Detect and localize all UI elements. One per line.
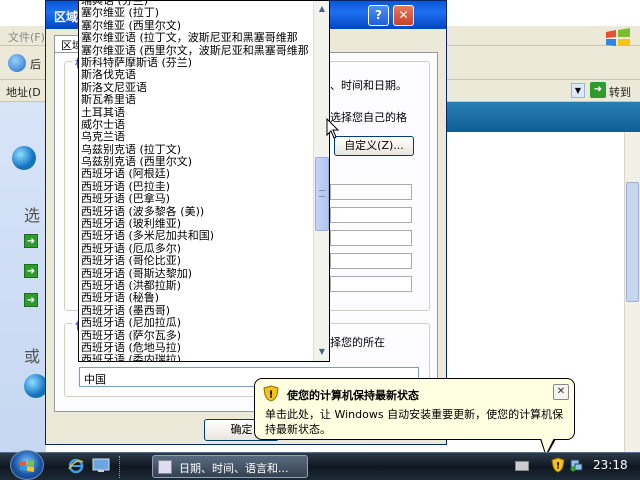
- dropdown-item[interactable]: 西班牙语 (墨西哥): [79, 305, 313, 317]
- dropdown-item[interactable]: 土耳其语: [79, 107, 313, 119]
- dropdown-item[interactable]: 塞尔维亚语 (拉丁文，波斯尼亚和黑塞哥维那: [79, 32, 313, 44]
- dropdown-item[interactable]: 西班牙语 (巴拉圭): [79, 181, 313, 193]
- task-arrow-icon[interactable]: ➜: [24, 264, 38, 278]
- sample-field: [330, 230, 412, 246]
- dropdown-item[interactable]: 斯科特萨摩斯语 (芬兰): [79, 57, 313, 69]
- dropdown-item[interactable]: 塞尔维亚 (西里尔文): [79, 20, 313, 32]
- back-label[interactable]: 后: [30, 56, 41, 72]
- windows-start-icon: [20, 460, 34, 472]
- dropdown-item[interactable]: 西班牙语 (洪都拉斯): [79, 280, 313, 292]
- dialog-title: 区域: [54, 10, 79, 24]
- dropdown-item[interactable]: 西班牙语 (阿根廷): [79, 168, 313, 180]
- dropdown-item[interactable]: 西班牙语 (玻利维亚): [79, 218, 313, 230]
- background-scroll-thumb[interactable]: [626, 182, 639, 302]
- network-icon[interactable]: [569, 458, 583, 472]
- background-scrollbar[interactable]: [624, 132, 640, 452]
- language-dropdown-list[interactable]: 瑞典语 (芬兰) 塞尔维亚 (拉丁) 塞尔维亚 (西里尔文) 塞尔维亚语 (拉丁文，波…: [78, 0, 330, 362]
- taskbar-task-regional-options[interactable]: 日期、时间、语言和...: [152, 455, 308, 478]
- update-balloon-notification[interactable]: ! 使您的计算机保持最新状态 ✕ 单击此处，让 Windows 自动安装重要更新…: [254, 378, 575, 440]
- balloon-body: 单击此处，让 Windows 自动安装重要更新，使您的计算机保持最新状态。: [265, 408, 564, 436]
- svg-text:!: !: [556, 462, 560, 472]
- dropdown-item[interactable]: 西班牙语 (委内瑞拉): [79, 354, 313, 361]
- scroll-up-arrow-icon[interactable]: ▲: [315, 2, 329, 16]
- grip-icon: [319, 189, 325, 197]
- dropdown-item[interactable]: 斯瓦希里语: [79, 94, 313, 106]
- dropdown-item[interactable]: 威尔士语: [79, 119, 313, 131]
- help-button[interactable]: ?: [368, 5, 389, 26]
- globe-icon: [12, 146, 36, 170]
- mouse-cursor-icon: [326, 118, 340, 139]
- dropdown-item[interactable]: 乌兹别克语 (西里尔文): [79, 156, 313, 168]
- dropdown-items: 瑞典语 (芬兰) 塞尔维亚 (拉丁) 塞尔维亚 (西里尔文) 塞尔维亚语 (拉丁文，波…: [79, 1, 313, 361]
- dropdown-scroll-thumb[interactable]: [315, 156, 329, 231]
- address-dropdown-icon[interactable]: ▼: [571, 83, 585, 98]
- svg-text:!: !: [269, 390, 274, 401]
- dropdown-item[interactable]: 斯洛文尼亚语: [79, 82, 313, 94]
- side-label-choose: 选: [24, 206, 41, 225]
- sample-field: [330, 184, 412, 200]
- balloon-title: 使您的计算机保持最新状态: [287, 389, 419, 402]
- internet-explorer-icon[interactable]: [68, 458, 84, 474]
- country-value: 中国: [84, 373, 106, 386]
- close-button[interactable]: ✕: [393, 5, 414, 26]
- scroll-down-arrow-icon[interactable]: ▼: [315, 345, 329, 359]
- dropdown-item[interactable]: 西班牙语 (秘鲁): [79, 292, 313, 304]
- dropdown-item[interactable]: 塞尔维亚语 (西里尔文，波斯尼亚和黑塞哥维那: [79, 45, 313, 57]
- taskbar-separator: [119, 456, 121, 478]
- sample-field: [330, 207, 412, 223]
- dropdown-item[interactable]: 西班牙语 (哥伦比亚): [79, 255, 313, 267]
- balloon-close-icon[interactable]: ✕: [553, 384, 569, 400]
- back-icon[interactable]: [8, 54, 26, 72]
- dropdown-item[interactable]: 瑞典语 (芬兰): [79, 1, 313, 7]
- go-button[interactable]: 转到: [609, 84, 631, 100]
- dropdown-scrollbar[interactable]: ▲ ▼: [313, 1, 329, 361]
- location-text: 择您的所在: [330, 336, 385, 349]
- address-label: 地址(D: [6, 86, 41, 99]
- go-arrow-icon[interactable]: ➜: [590, 82, 606, 98]
- dropdown-item[interactable]: 西班牙语 (哥斯达黎加): [79, 268, 313, 280]
- clock[interactable]: 23:18: [593, 458, 628, 472]
- dropdown-item[interactable]: 西班牙语 (巴拿马): [79, 193, 313, 205]
- task-arrow-icon[interactable]: ➜: [24, 293, 38, 307]
- choose-format-text: 选择您自己的格: [330, 111, 407, 124]
- dropdown-item[interactable]: 乌兹别克语 (拉丁文): [79, 144, 313, 156]
- taskbar-task-label: 日期、时间、语言和...: [179, 462, 289, 475]
- security-shield-icon: !: [263, 385, 279, 402]
- dropdown-item[interactable]: 塞尔维亚 (拉丁): [79, 7, 313, 19]
- dropdown-item[interactable]: 乌克兰语: [79, 131, 313, 143]
- side-label-or: 或: [24, 347, 41, 366]
- control-panel-icon: [158, 460, 172, 474]
- start-button[interactable]: [10, 450, 44, 480]
- dropdown-item[interactable]: 斯洛伐克语: [79, 69, 313, 81]
- sample-field: [330, 253, 412, 269]
- dropdown-item[interactable]: 西班牙语 (危地马拉): [79, 342, 313, 354]
- keyboard-icon[interactable]: [515, 461, 529, 471]
- dropdown-item[interactable]: 西班牙语 (波多黎各 (美)): [79, 206, 313, 218]
- customize-button[interactable]: 自定义(Z)...: [334, 136, 414, 156]
- time-date-text: 、时间和日期。: [330, 79, 407, 92]
- task-arrow-icon[interactable]: ➜: [24, 234, 38, 248]
- dropdown-item[interactable]: 西班牙语 (萨尔瓦多): [79, 330, 313, 342]
- security-shield-icon[interactable]: !: [551, 457, 565, 473]
- show-desktop-icon[interactable]: [92, 458, 110, 473]
- file-menu[interactable]: 文件(F): [8, 29, 45, 45]
- dropdown-item[interactable]: 西班牙语 (尼加拉瓜): [79, 317, 313, 329]
- dropdown-item[interactable]: 西班牙语 (厄瓜多尔): [79, 243, 313, 255]
- sample-field: [330, 276, 412, 292]
- dropdown-item[interactable]: 西班牙语 (多米尼加共和国): [79, 230, 313, 242]
